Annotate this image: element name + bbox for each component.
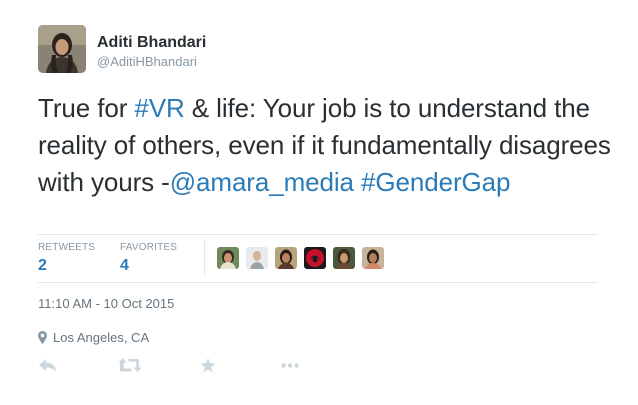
author-avatar[interactable] (38, 25, 86, 73)
favoriter-avatar-1[interactable] (217, 247, 239, 269)
retweet-button[interactable] (118, 354, 142, 376)
favorites-count: 4 (120, 257, 129, 274)
author-display-name[interactable]: Aditi Bhandari (97, 34, 206, 52)
retweets-stat[interactable]: RETWEETS 2 (38, 242, 95, 275)
favoriter-avatar-5[interactable] (333, 247, 355, 269)
tweet-text-segment (354, 167, 361, 197)
retweets-label: RETWEETS (38, 242, 96, 253)
hashtag-link-vr[interactable]: #VR (134, 93, 184, 123)
stats-separator (204, 240, 205, 276)
favoriter-avatar-3[interactable] (275, 247, 297, 269)
tweet-card: Aditi Bhandari @AditiHBhandari True for … (0, 0, 638, 405)
location-text: Los Angeles, CA (53, 330, 150, 345)
favoriter-avatar-6[interactable] (362, 247, 384, 269)
tweet-location[interactable]: Los Angeles, CA (38, 330, 149, 345)
stats-top-divider (38, 234, 598, 235)
favoriter-avatar-4[interactable] (304, 247, 326, 269)
star-icon (200, 357, 216, 372)
stats-bottom-divider (38, 282, 598, 283)
author-screen-name[interactable]: @AditiHBhandari (97, 54, 197, 69)
retweets-count: 2 (38, 257, 47, 274)
reply-button[interactable] (36, 354, 60, 376)
more-icon (281, 362, 299, 368)
favoriter-avatar-2[interactable] (246, 247, 268, 269)
favorites-stat[interactable]: FAVORITES 4 (120, 242, 177, 275)
retweet-icon (119, 358, 141, 372)
favorites-label: FAVORITES (120, 242, 178, 253)
mention-link-amara-media[interactable]: @amara_media (170, 167, 354, 197)
map-pin-icon (38, 331, 47, 344)
tweet-text-segment: True for (38, 93, 135, 123)
hashtag-link-gendergap[interactable]: #GenderGap (361, 167, 510, 197)
reply-icon (39, 358, 56, 371)
tweet-timestamp[interactable]: 11:10 AM - 10 Oct 2015 (38, 296, 174, 311)
favorite-button[interactable] (196, 354, 220, 376)
more-button[interactable] (278, 354, 302, 376)
tweet-text: True for #VR & life: Your job is to unde… (38, 90, 618, 201)
